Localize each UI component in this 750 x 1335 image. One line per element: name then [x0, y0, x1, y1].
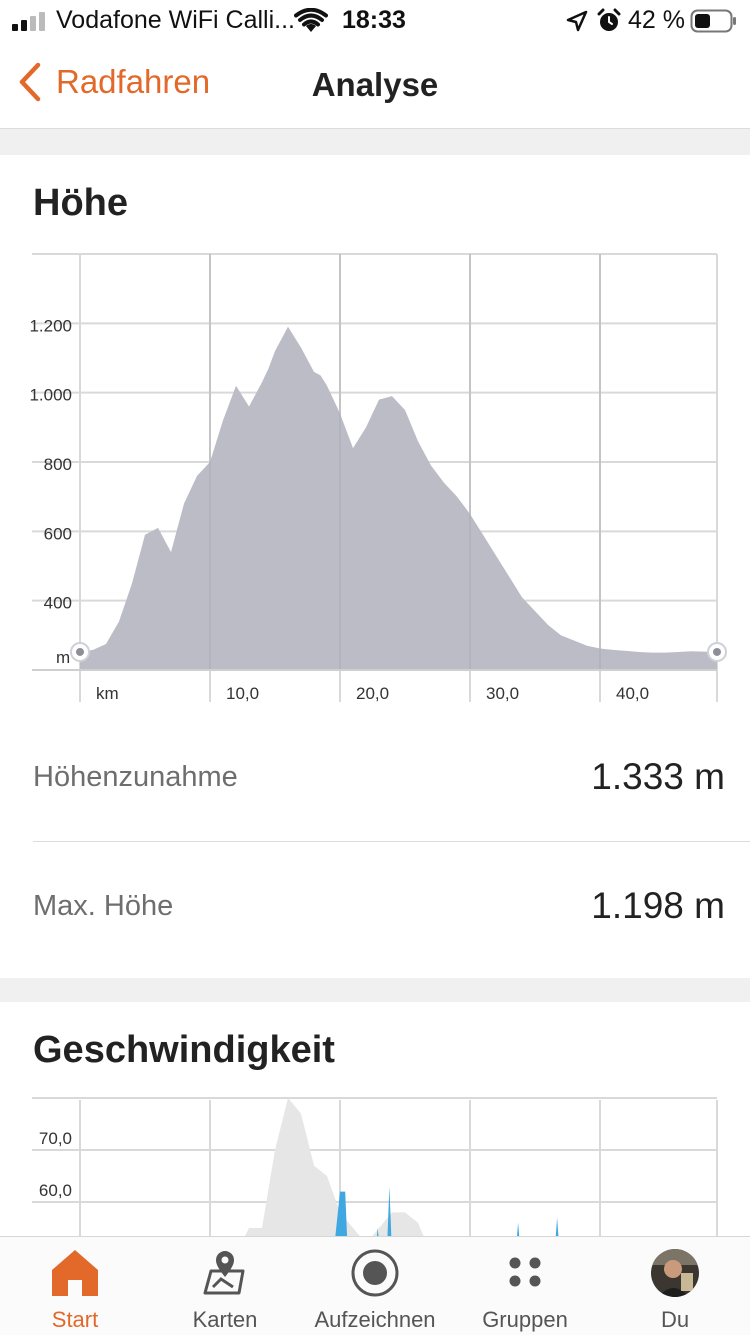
record-icon — [351, 1249, 399, 1297]
max-elevation-label: Max. Höhe — [33, 890, 174, 922]
y-tick-label: 600 — [44, 524, 72, 543]
carrier-name: Vodafone WiFi Calli... — [56, 6, 295, 34]
clock: 18:33 — [342, 6, 406, 34]
x-tick-label: 40,0 — [616, 684, 649, 703]
y-tick-label: 60,0 — [39, 1181, 72, 1200]
x-tick-label: 10,0 — [226, 684, 259, 703]
signal-icon — [12, 12, 45, 31]
status-bar: Vodafone WiFi Calli... 18:33 42 % — [0, 0, 750, 40]
elevation-gain-row: Höhenzunahme 1.333 m — [33, 713, 725, 841]
tab-karten[interactable]: Karten — [150, 1237, 300, 1335]
speed-title: Geschwindigkeit — [33, 1029, 335, 1071]
tab-start[interactable]: Start — [0, 1237, 150, 1335]
x-tick-label: 30,0 — [486, 684, 519, 703]
elevation-title: Höhe — [33, 182, 128, 224]
battery-percentage: 42 % — [628, 6, 685, 34]
tab-gruppen[interactable]: Gruppen — [450, 1237, 600, 1335]
home-icon — [52, 1250, 98, 1296]
elevation-chart[interactable]: 400 600 800 1.000 1.200 m km 10,0 20,0 30,0 40,0 — [0, 250, 750, 710]
tab-aufzeichnen[interactable]: Aufzeichnen — [300, 1237, 450, 1335]
y-tick-label: 800 — [44, 455, 72, 474]
speed-chart[interactable]: 60,0 70,0 — [0, 1090, 750, 1236]
groups-icon — [509, 1257, 541, 1287]
max-elevation-value: 1.198 m — [591, 885, 725, 926]
battery-icon — [690, 9, 736, 33]
elevation-gain-value: 1.333 m — [591, 756, 725, 797]
map-icon — [203, 1251, 245, 1295]
tab-label: Start — [51, 1307, 99, 1332]
wifi-icon — [294, 8, 328, 32]
start-marker-dot — [76, 647, 84, 656]
y-tick-label: 1.000 — [29, 386, 72, 405]
tab-label: Aufzeichnen — [314, 1307, 436, 1332]
section-divider — [0, 129, 750, 155]
alarm-icon — [597, 8, 621, 31]
page-title: Analyse — [311, 66, 439, 103]
elevation-area — [80, 326, 717, 670]
speed-highlight-area — [335, 1186, 559, 1236]
navigation-bar: Radfahren Analyse — [0, 40, 750, 129]
y-tick-label: 1.200 — [29, 316, 72, 335]
y-axis-unit: m — [56, 648, 70, 667]
x-tick-label: 20,0 — [356, 684, 389, 703]
tab-label: Du — [660, 1307, 690, 1332]
tab-du[interactable]: Du — [600, 1237, 750, 1335]
section-divider — [0, 978, 750, 1002]
x-axis-unit: km — [96, 684, 119, 703]
end-marker-dot — [713, 647, 721, 656]
y-tick-label: 400 — [44, 594, 72, 613]
y-tick-label: 70,0 — [39, 1129, 72, 1148]
elevation-gain-label: Höhenzunahme — [33, 761, 238, 793]
avatar-icon — [651, 1249, 699, 1297]
max-elevation-row: Max. Höhe 1.198 m — [33, 842, 725, 970]
tab-label: Gruppen — [482, 1307, 568, 1332]
tab-bar: Start Karten Aufzeichnen Gruppen Du — [0, 1236, 750, 1335]
tab-label: Karten — [192, 1307, 258, 1332]
location-icon — [566, 10, 588, 32]
